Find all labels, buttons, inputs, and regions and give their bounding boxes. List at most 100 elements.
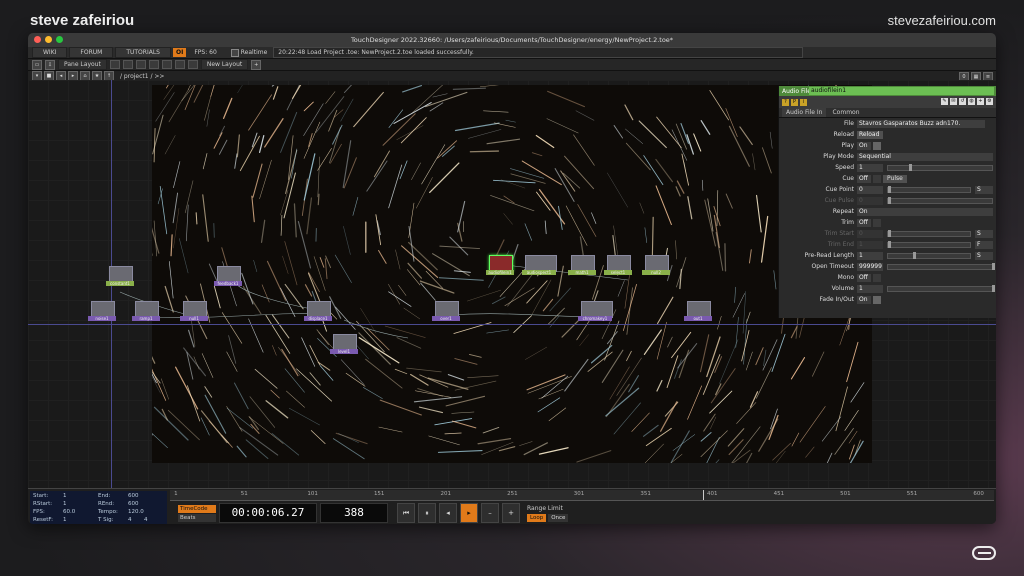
param-slider[interactable]	[887, 196, 993, 204]
toggle-switch[interactable]	[873, 295, 881, 304]
frame-display[interactable]: 388	[320, 503, 388, 523]
slider-thumb[interactable]	[888, 196, 891, 204]
step-back-button[interactable]: ◂	[439, 503, 457, 523]
param-value[interactable]: Off	[857, 218, 871, 227]
slider-thumb[interactable]	[888, 240, 891, 248]
param-value[interactable]: 0	[857, 229, 883, 238]
param-value[interactable]: 0	[857, 196, 883, 205]
loop-button[interactable]: Loop	[527, 513, 547, 522]
node-audiofilein1[interactable]: audiofilein1	[486, 255, 514, 275]
timecode-display[interactable]: 00:00:06.27	[219, 503, 317, 523]
param-slider[interactable]	[887, 284, 995, 292]
param-value[interactable]: Sequential	[857, 152, 993, 161]
info-icon[interactable]: i	[800, 98, 807, 106]
param-value[interactable]: 0	[857, 185, 883, 194]
operator-name-field[interactable]: audiofilein1	[809, 87, 994, 95]
param-value[interactable]: Off	[857, 273, 871, 282]
add-layout-button[interactable]: +	[251, 59, 262, 70]
oi-button[interactable]: OI	[172, 48, 187, 57]
slider-thumb[interactable]	[888, 185, 891, 193]
timecode-tab[interactable]: TimeCode	[178, 504, 216, 513]
tab-common[interactable]: Common	[828, 108, 863, 117]
slider-thumb[interactable]	[888, 229, 891, 237]
param-value[interactable]: On	[857, 207, 993, 216]
layout-slot-7[interactable]	[187, 60, 198, 69]
layout-slot-4[interactable]	[148, 60, 159, 69]
network-path[interactable]: / project1 / >>	[120, 73, 164, 80]
pane-split-icon[interactable]: ▭	[32, 59, 42, 70]
param-value[interactable]: On	[857, 141, 871, 150]
layout-slot-1[interactable]	[109, 60, 120, 69]
param-value[interactable]: 1	[857, 163, 883, 172]
param-value[interactable]: Off	[857, 174, 871, 183]
node-math1[interactable]: math1	[568, 255, 596, 275]
layout-slot-6[interactable]	[174, 60, 185, 69]
param-slider[interactable]	[887, 229, 971, 237]
edit-icon[interactable]: ✎	[941, 98, 948, 105]
timeline-ruler[interactable]: 1 51 101 151 201 251 301 351 401 451 501 551 600	[170, 490, 994, 501]
param-value[interactable]: On	[857, 295, 871, 304]
param-value[interactable]: 1	[857, 251, 883, 260]
globe-icon[interactable]: ◍	[968, 98, 975, 105]
param-value[interactable]: Stavros Gasparatos Buzz adn170.	[857, 119, 985, 128]
wiki-button[interactable]: WIKI	[32, 47, 68, 58]
help-icon[interactable]: ?	[782, 98, 789, 106]
param-value[interactable]: 999999	[857, 262, 883, 271]
python-icon[interactable]: P	[791, 98, 798, 106]
param-value[interactable]: 1	[857, 240, 883, 249]
slider-thumb[interactable]	[992, 262, 995, 270]
add-param-icon[interactable]: +	[977, 98, 984, 105]
goto-start-button[interactable]: ⏮	[397, 503, 415, 523]
toggle-switch[interactable]	[873, 273, 881, 282]
param-slider[interactable]	[887, 262, 995, 270]
settings-icon[interactable]: ⚙	[986, 98, 993, 105]
node-ramp1[interactable]: ramp1	[132, 301, 160, 321]
pane-import-icon[interactable]: ⇩	[45, 59, 55, 70]
slider-thumb[interactable]	[912, 251, 916, 259]
rstart-value[interactable]: 1	[63, 501, 67, 507]
slider-thumb[interactable]	[992, 284, 995, 292]
unit-menu[interactable]: S	[975, 251, 993, 260]
playhead[interactable]	[702, 490, 704, 500]
resetf-value[interactable]: 1	[63, 517, 67, 523]
unit-menu[interactable]: S	[975, 185, 993, 194]
node-out1[interactable]: out1	[684, 301, 712, 321]
slider-thumb[interactable]	[908, 163, 912, 171]
unit-menu[interactable]: S	[975, 229, 993, 238]
node-feedback1[interactable]: feedback1	[214, 266, 242, 286]
pulse-button[interactable]: Pulse	[883, 174, 907, 183]
layout-slot-5[interactable]	[161, 60, 172, 69]
toggle-switch[interactable]	[873, 218, 881, 227]
toggle-switch[interactable]	[873, 141, 881, 150]
tsig-denominator[interactable]: 4	[144, 517, 148, 523]
fps-value[interactable]: 60.0	[63, 509, 75, 515]
node-over1[interactable]: over1	[432, 301, 460, 321]
tempo-value[interactable]: 120.0	[128, 509, 144, 515]
node-audiospect1[interactable]: audiospect1	[522, 255, 557, 275]
reset-icon[interactable]: ↺	[959, 98, 966, 105]
realtime-checkbox[interactable]	[230, 48, 239, 57]
tutorials-button[interactable]: TUTORIALS	[115, 47, 171, 58]
node-constant1[interactable]: constant1	[106, 266, 134, 286]
node-level1[interactable]: level1	[330, 334, 358, 354]
tsig-numerator[interactable]: 4	[128, 517, 132, 523]
once-button[interactable]: Once	[548, 513, 569, 522]
param-slider[interactable]	[887, 185, 971, 193]
beats-tab[interactable]: Beats	[178, 513, 216, 522]
param-slider[interactable]	[887, 163, 993, 171]
param-slider[interactable]	[887, 251, 971, 259]
step-minus-button[interactable]: –	[481, 503, 499, 523]
layout-slot-3[interactable]	[135, 60, 146, 69]
node-chromakey1[interactable]: chromakey1	[578, 301, 613, 321]
toggle-switch[interactable]	[873, 174, 881, 183]
play-button[interactable]: ▸	[460, 503, 478, 523]
forum-button[interactable]: FORUM	[69, 47, 114, 58]
param-value[interactable]: Reload	[857, 130, 883, 139]
node-null2[interactable]: null2	[642, 255, 670, 275]
pause-button[interactable]: ⏸	[418, 503, 436, 523]
node-select1[interactable]: select1	[604, 255, 632, 275]
tab-audio-file-in[interactable]: Audio File In	[782, 108, 827, 117]
step-plus-button[interactable]: +	[502, 503, 520, 523]
node-null1[interactable]: null1	[180, 301, 208, 321]
start-value[interactable]: 1	[63, 493, 67, 499]
